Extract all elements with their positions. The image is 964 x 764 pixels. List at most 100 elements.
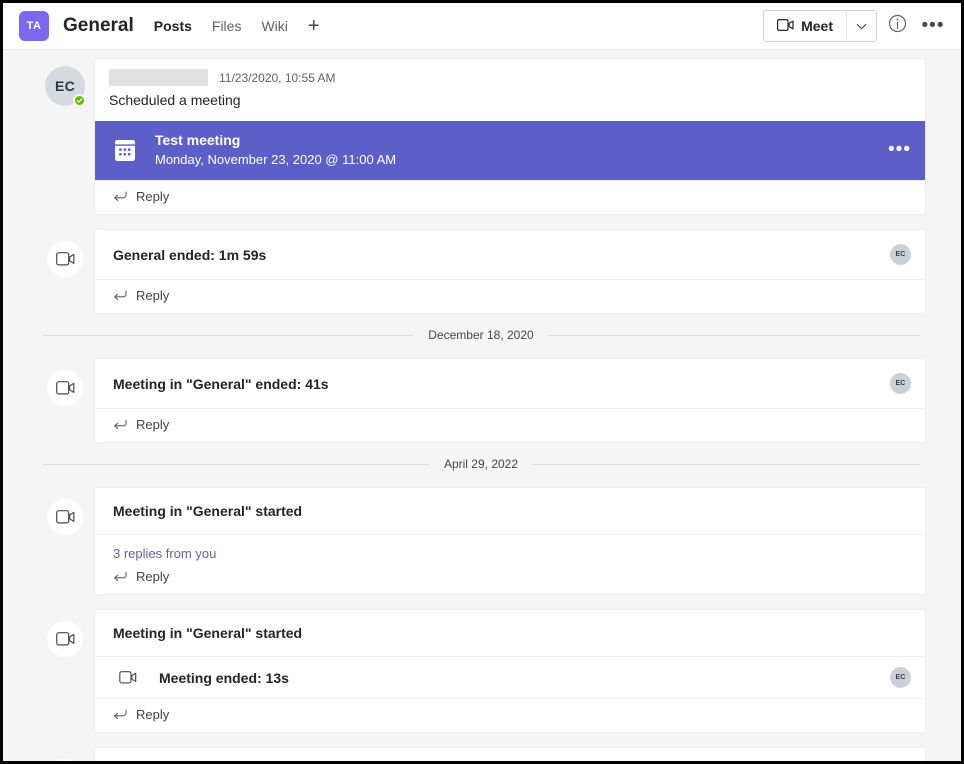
message-timestamp: 11/23/2020, 10:55 AM	[219, 70, 336, 85]
video-camera-icon	[119, 671, 139, 684]
system-event-text: Meeting in "General" started	[113, 625, 303, 641]
reply-arrow-icon	[113, 571, 127, 582]
system-event-row: Meeting in "General" ended: 41s EC	[95, 359, 925, 408]
video-camera-icon	[47, 759, 83, 761]
reply-button[interactable]: Reply	[95, 565, 925, 594]
post: Meeting in "General" ended: 41s EC Reply	[36, 358, 926, 443]
post-card: Meeting in "General" ended: 41s EC Reply	[94, 358, 926, 443]
calendar-icon	[113, 137, 137, 163]
avatar-initials: EC	[54, 78, 76, 94]
reply-button[interactable]: Reply	[95, 698, 925, 732]
avatar[interactable]: EC	[890, 373, 911, 394]
video-camera-icon	[777, 18, 794, 34]
reply-label: Reply	[136, 417, 170, 432]
avatar-initials: EC	[895, 380, 906, 387]
reply-arrow-icon	[113, 191, 127, 202]
meeting-datetime: Monday, November 23, 2020 @ 11:00 AM	[155, 152, 397, 167]
thread-replies-row: 3 replies from you	[95, 534, 925, 565]
reply-button[interactable]: Reply	[95, 408, 925, 442]
post-card: General ended: 1m 59s EC Reply	[94, 229, 926, 314]
divider-line-right	[547, 334, 920, 336]
post: Meeting in "General" started Meeting end…	[36, 609, 926, 733]
page-title: General	[63, 15, 134, 36]
thread-reply-item: Meeting ended: 13s EC	[95, 656, 925, 698]
team-avatar[interactable]: TA	[19, 11, 49, 41]
system-event-row: General ended: 1m 59s EC	[95, 230, 925, 279]
more-horizontal-icon: •••	[921, 15, 945, 37]
tab-wiki[interactable]: Wiki	[261, 18, 287, 34]
date-divider-label: April 29, 2022	[443, 457, 519, 471]
post-card: 11/23/2020, 10:55 AM Scheduled a meeting	[94, 58, 926, 215]
chevron-down-icon	[856, 17, 867, 35]
divider-line-left	[42, 334, 415, 336]
system-event-text: Meeting in "General" ended: 41s	[113, 375, 329, 392]
post: EC 11/23/2020, 10:55 AM Scheduled a meet…	[36, 58, 926, 215]
system-event-text: Meeting in "General" started	[113, 503, 303, 519]
post-avatar-gutter	[36, 358, 94, 406]
reply-button[interactable]: Reply	[95, 180, 925, 214]
date-divider: April 29, 2022	[42, 457, 920, 471]
channel-header: TA General Posts Files Wiki + Meet •••	[3, 3, 961, 50]
post-avatar-gutter	[36, 609, 94, 657]
avatar-initials: EC	[895, 674, 906, 681]
view-replies-link[interactable]: 3 replies from you	[113, 546, 216, 561]
reply-arrow-icon	[113, 419, 127, 430]
post: General ended: 1m 59s EC Reply	[36, 229, 926, 314]
video-camera-icon	[47, 241, 83, 277]
post-avatar-gutter	[36, 747, 94, 761]
post-card: Meeting in "General" started 3 replies f…	[94, 487, 926, 595]
post: Meeting in "General" started Meeting end…	[36, 747, 926, 761]
reply-label: Reply	[136, 189, 170, 204]
video-camera-icon	[47, 621, 83, 657]
reply-label: Reply	[136, 707, 170, 722]
date-divider: December 18, 2020	[42, 328, 920, 342]
system-event-row: Meeting in "General" started	[95, 610, 925, 656]
meet-button-group: Meet	[763, 10, 877, 42]
header-actions: Meet •••	[763, 10, 949, 42]
add-tab-button[interactable]: +	[308, 16, 320, 36]
tab-posts[interactable]: Posts	[154, 18, 192, 34]
reply-label: Reply	[136, 288, 170, 303]
reply-arrow-icon	[113, 709, 127, 720]
video-camera-icon	[47, 499, 83, 535]
channel-more-options-button[interactable]: •••	[917, 10, 949, 42]
post-avatar-gutter	[36, 229, 94, 277]
reply-label: Reply	[136, 569, 170, 584]
tab-files[interactable]: Files	[212, 18, 242, 34]
author-name-redacted	[109, 69, 208, 86]
date-divider-label: December 18, 2020	[428, 328, 534, 342]
post-card: Meeting in "General" started Meeting end…	[94, 747, 926, 761]
post-avatar-gutter	[36, 487, 94, 535]
message-body: 11/23/2020, 10:55 AM Scheduled a meeting	[95, 59, 925, 121]
post-card: Meeting in "General" started Meeting end…	[94, 609, 926, 733]
system-event-row: Meeting in "General" started	[95, 748, 925, 761]
reply-arrow-icon	[113, 290, 127, 301]
channel-tabs: Posts Files Wiki +	[154, 16, 320, 36]
meet-button[interactable]: Meet	[764, 11, 846, 41]
system-event-text: General ended: 1m 59s	[113, 246, 267, 263]
meet-dropdown-button[interactable]	[846, 11, 876, 41]
meeting-card[interactable]: Test meeting Monday, November 23, 2020 @…	[95, 121, 925, 180]
team-avatar-initials: TA	[26, 20, 42, 32]
post-avatar-gutter: EC	[36, 58, 94, 107]
divider-line-right	[532, 463, 920, 465]
info-circle-icon	[888, 14, 907, 38]
avatar[interactable]: EC	[890, 667, 911, 688]
system-event-row: Meeting in "General" started	[95, 488, 925, 534]
teams-window: TA General Posts Files Wiki + Meet ••• E…	[0, 0, 964, 764]
message-header: 11/23/2020, 10:55 AM	[109, 68, 911, 87]
message-text: Scheduled a meeting	[109, 92, 241, 108]
thread-reply-text: Meeting ended: 13s	[159, 669, 289, 686]
post: Meeting in "General" started 3 replies f…	[36, 487, 926, 595]
video-camera-icon	[47, 370, 83, 406]
meeting-card-texts: Test meeting Monday, November 23, 2020 @…	[155, 131, 396, 169]
meeting-more-options-button[interactable]: •••	[888, 140, 911, 160]
avatar[interactable]: EC	[45, 66, 86, 107]
channel-info-button[interactable]	[881, 10, 913, 42]
reply-button[interactable]: Reply	[95, 279, 925, 313]
meeting-title: Test meeting	[155, 132, 241, 148]
presence-available-icon	[73, 94, 86, 107]
avatar-initials: EC	[895, 251, 906, 258]
avatar[interactable]: EC	[890, 244, 911, 265]
posts-feed[interactable]: EC 11/23/2020, 10:55 AM Scheduled a meet…	[3, 50, 961, 761]
